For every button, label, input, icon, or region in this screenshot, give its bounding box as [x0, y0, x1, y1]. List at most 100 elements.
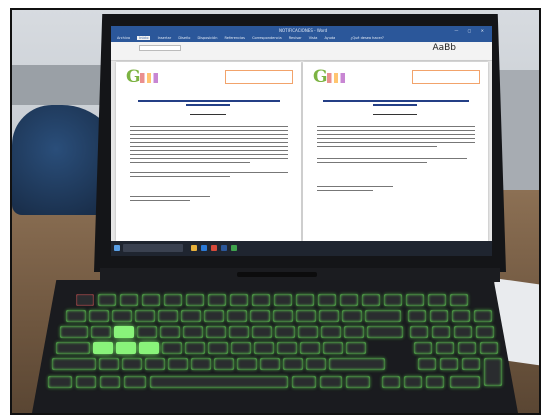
menu-file[interactable]: Archivo: [117, 36, 130, 40]
excel-icon[interactable]: [231, 245, 237, 251]
key[interactable]: [296, 294, 314, 306]
key[interactable]: [436, 342, 454, 354]
key[interactable]: [298, 326, 318, 338]
key[interactable]: [208, 342, 228, 354]
key[interactable]: [340, 294, 358, 306]
key[interactable]: [214, 358, 234, 370]
key[interactable]: [450, 294, 468, 306]
key[interactable]: [406, 294, 424, 306]
start-icon[interactable]: [114, 245, 120, 251]
key[interactable]: [160, 326, 180, 338]
menu-home[interactable]: Inicio: [137, 36, 151, 40]
key-numpad-0[interactable]: [450, 376, 480, 388]
key[interactable]: [430, 310, 448, 322]
key[interactable]: [186, 294, 204, 306]
window-controls[interactable]: — ▢ ✕: [454, 26, 488, 35]
key[interactable]: [231, 342, 251, 354]
key[interactable]: [320, 376, 342, 388]
key[interactable]: [458, 342, 476, 354]
key[interactable]: [273, 310, 293, 322]
key[interactable]: [120, 294, 138, 306]
key[interactable]: [204, 310, 224, 322]
key[interactable]: [91, 326, 111, 338]
key[interactable]: [206, 326, 226, 338]
key[interactable]: [185, 342, 205, 354]
menu-help[interactable]: Ayuda: [325, 36, 336, 40]
key[interactable]: [300, 342, 320, 354]
key[interactable]: [237, 358, 257, 370]
key[interactable]: [321, 326, 341, 338]
word-icon[interactable]: [221, 245, 227, 251]
key[interactable]: [440, 358, 458, 370]
key-ctrl-left[interactable]: [48, 376, 72, 388]
app-icon[interactable]: [211, 245, 217, 251]
key-shift-right[interactable]: [329, 358, 385, 370]
key[interactable]: [454, 326, 472, 338]
key-space[interactable]: [150, 376, 288, 388]
key[interactable]: [89, 310, 109, 322]
key[interactable]: [274, 294, 292, 306]
key[interactable]: [428, 294, 446, 306]
key[interactable]: [137, 326, 157, 338]
key[interactable]: [227, 310, 247, 322]
key[interactable]: [410, 326, 428, 338]
key[interactable]: [112, 310, 132, 322]
key[interactable]: [122, 358, 142, 370]
menu-insert[interactable]: Insertar: [158, 36, 172, 40]
key[interactable]: [252, 326, 272, 338]
key[interactable]: [183, 326, 203, 338]
key[interactable]: [283, 358, 303, 370]
taskbar-search[interactable]: [123, 244, 183, 252]
key-ctrl-right[interactable]: [346, 376, 370, 388]
menu-mailings[interactable]: Correspondencia: [252, 36, 282, 40]
key[interactable]: [418, 358, 436, 370]
key-alt[interactable]: [124, 376, 146, 388]
tell-me-search[interactable]: ¿Qué desea hacer?: [350, 36, 383, 40]
key-windows[interactable]: [100, 376, 120, 388]
key[interactable]: [191, 358, 211, 370]
key[interactable]: [162, 342, 182, 354]
key-caps[interactable]: [56, 342, 90, 354]
key-s[interactable]: [116, 342, 136, 354]
key[interactable]: [99, 358, 119, 370]
key[interactable]: [275, 326, 295, 338]
key[interactable]: [319, 310, 339, 322]
key[interactable]: [462, 358, 480, 370]
key[interactable]: [318, 294, 336, 306]
key[interactable]: [346, 342, 366, 354]
key[interactable]: [480, 342, 498, 354]
key[interactable]: [230, 294, 248, 306]
key[interactable]: [344, 326, 364, 338]
key-enter[interactable]: [367, 326, 403, 338]
key[interactable]: [229, 326, 249, 338]
key-w[interactable]: [114, 326, 134, 338]
key[interactable]: [164, 294, 182, 306]
key[interactable]: [342, 310, 362, 322]
key[interactable]: [323, 342, 343, 354]
key[interactable]: [408, 310, 426, 322]
key[interactable]: [254, 342, 274, 354]
document-area[interactable]: G G: [111, 61, 492, 241]
menu-references[interactable]: Referencias: [225, 36, 245, 40]
key[interactable]: [142, 294, 160, 306]
font-selector[interactable]: [139, 45, 181, 51]
key-backspace[interactable]: [365, 310, 401, 322]
key[interactable]: [168, 358, 188, 370]
key[interactable]: [452, 310, 470, 322]
key[interactable]: [135, 310, 155, 322]
key[interactable]: [260, 358, 280, 370]
key[interactable]: [414, 342, 432, 354]
menu-view[interactable]: Vista: [309, 36, 318, 40]
key[interactable]: [432, 326, 450, 338]
menu-review[interactable]: Revisar: [289, 36, 302, 40]
key-alt-gr[interactable]: [292, 376, 316, 388]
key[interactable]: [145, 358, 165, 370]
key[interactable]: [181, 310, 201, 322]
key-shift-left[interactable]: [52, 358, 96, 370]
key[interactable]: [306, 358, 326, 370]
style-gallery[interactable]: AaBb: [432, 43, 456, 53]
key-tab[interactable]: [60, 326, 88, 338]
key-arrow-left[interactable]: [382, 376, 400, 388]
key[interactable]: [296, 310, 316, 322]
key[interactable]: [66, 310, 86, 322]
